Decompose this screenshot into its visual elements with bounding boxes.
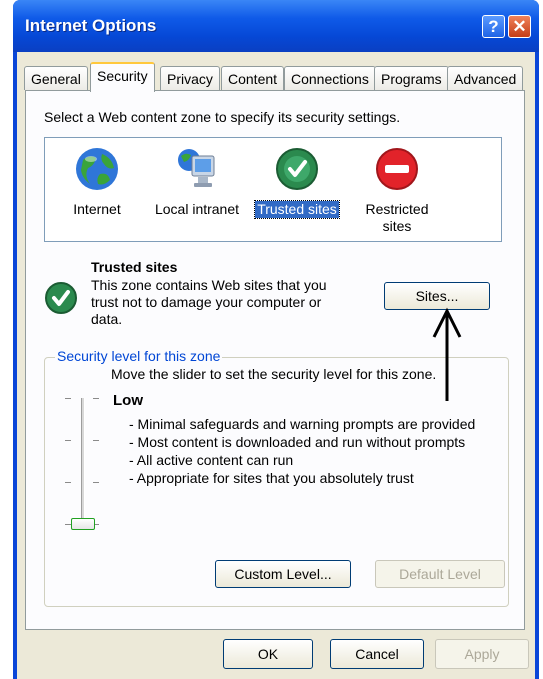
security-slider-thumb[interactable] bbox=[71, 518, 95, 530]
help-button[interactable]: ? bbox=[482, 15, 505, 38]
security-slider-track[interactable] bbox=[81, 398, 85, 528]
slider-tick bbox=[65, 398, 71, 399]
security-level-legend: Security level for this zone bbox=[55, 348, 223, 364]
zone-info-title: Trusted sites bbox=[91, 259, 178, 275]
cancel-button[interactable]: Cancel bbox=[330, 639, 424, 669]
zone-restricted-label-line2: sites bbox=[382, 218, 412, 234]
dialog-client: General Security Privacy Content Connect… bbox=[17, 52, 535, 679]
zone-info-description: This zone contains Web sites that you tr… bbox=[91, 277, 331, 328]
close-button[interactable]: ✕ bbox=[508, 15, 531, 38]
tab-connections[interactable]: Connections bbox=[284, 66, 376, 90]
restricted-no-entry-icon bbox=[376, 148, 418, 190]
intranet-computer-icon bbox=[178, 149, 215, 187]
slider-instruction: Move the slider to set the security leve… bbox=[111, 366, 437, 382]
zone-trusted-sites[interactable]: Trusted sites bbox=[247, 146, 347, 219]
zone-prompt: Select a Web content zone to specify its… bbox=[44, 109, 401, 125]
internet-options-window: Internet Options ? ✕ General Security Pr… bbox=[13, 0, 539, 679]
tab-programs[interactable]: Programs bbox=[374, 66, 449, 90]
title-bar[interactable]: Internet Options ? ✕ bbox=[13, 0, 539, 52]
level-detail-line: - All active content can run bbox=[129, 452, 294, 468]
trusted-check-icon bbox=[45, 282, 77, 314]
slider-tick bbox=[93, 398, 99, 399]
custom-level-button[interactable]: Custom Level... bbox=[215, 560, 351, 588]
trusted-check-icon bbox=[276, 148, 318, 190]
globe-icon bbox=[76, 148, 118, 190]
slider-tick bbox=[93, 440, 99, 441]
zone-info-desc-line: trust not to damage your computer or bbox=[91, 294, 322, 310]
tab-general[interactable]: General bbox=[24, 66, 88, 90]
slider-tick bbox=[65, 440, 71, 441]
ok-button[interactable]: OK bbox=[223, 639, 313, 669]
default-level-button: Default Level bbox=[375, 560, 505, 588]
slider-tick bbox=[65, 482, 71, 483]
slider-tick bbox=[93, 482, 99, 483]
level-detail-line: - Appropriate for sites that you absolut… bbox=[129, 470, 414, 486]
sites-button[interactable]: Sites... bbox=[384, 282, 490, 310]
zone-list: Internet Local intranet Trusted sites Re… bbox=[44, 137, 502, 242]
tab-content[interactable]: Content bbox=[221, 66, 285, 90]
zone-internet[interactable]: Internet bbox=[47, 146, 147, 218]
window-title: Internet Options bbox=[25, 16, 157, 35]
zone-restricted-sites[interactable]: Restricted sites bbox=[347, 146, 447, 235]
zone-info-desc-line: data. bbox=[91, 311, 123, 327]
tab-privacy[interactable]: Privacy bbox=[160, 66, 220, 90]
tab-security[interactable]: Security bbox=[90, 62, 155, 92]
security-level-name: Low bbox=[113, 392, 143, 409]
zone-trusted-sites-label: Trusted sites bbox=[254, 200, 340, 219]
zone-restricted-label-line1: Restricted bbox=[365, 201, 429, 217]
level-detail-line: - Minimal safeguards and warning prompts… bbox=[129, 416, 476, 432]
zone-info-desc-line: This zone contains Web sites that you bbox=[91, 277, 327, 293]
zone-local-intranet[interactable]: Local intranet bbox=[147, 146, 247, 218]
level-detail-line: - Most content is downloaded and run wit… bbox=[129, 434, 466, 450]
tab-advanced[interactable]: Advanced bbox=[447, 66, 524, 90]
zone-local-intranet-label: Local intranet bbox=[154, 201, 240, 217]
annotation-arrow-icon bbox=[432, 307, 462, 401]
apply-button: Apply bbox=[435, 639, 529, 669]
zone-internet-label: Internet bbox=[73, 201, 121, 217]
